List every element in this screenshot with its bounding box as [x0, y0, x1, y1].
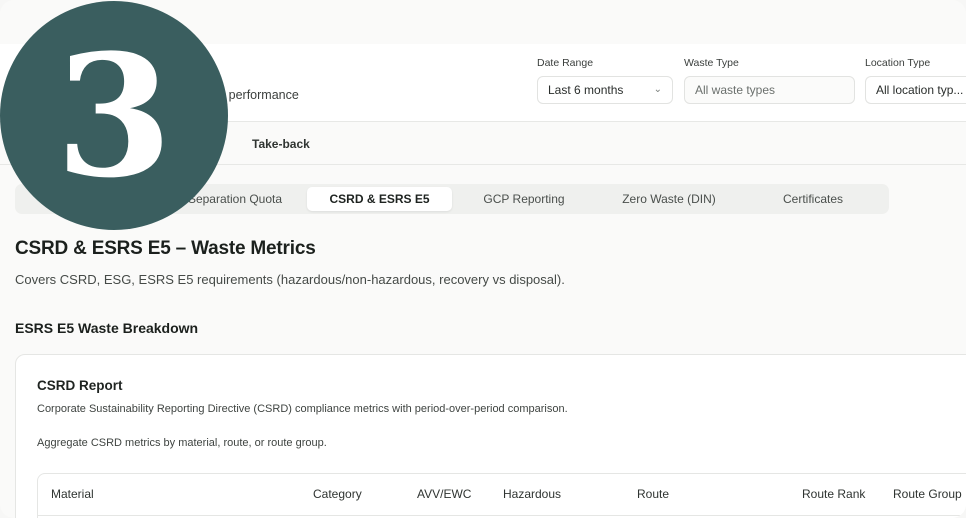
column-header-hazardous[interactable]: Hazardous: [503, 487, 561, 501]
column-header-route-rank[interactable]: Route Rank: [802, 487, 865, 501]
page-title: CSRD & ESRS E5 – Waste Metrics: [15, 238, 316, 259]
chevron-down-icon: ⌄: [653, 84, 662, 95]
date-range-label: Date Range: [537, 57, 594, 69]
tab-csrd-esrs-e5[interactable]: CSRD & ESRS E5: [307, 187, 452, 211]
column-header-avv-ewc[interactable]: AVV/EWC: [417, 487, 471, 501]
waste-type-value: All waste types: [695, 83, 776, 97]
tab-gcp-reporting[interactable]: GCP Reporting: [466, 187, 582, 211]
page-description: Covers CSRD, ESG, ESRS E5 requirements (…: [15, 272, 565, 287]
tab-zero-waste-din[interactable]: Zero Waste (DIN): [604, 187, 734, 211]
waste-type-select[interactable]: All waste types: [684, 76, 855, 104]
date-range-select[interactable]: Last 6 months ⌄: [537, 76, 673, 104]
page: ons performance Date Range Last 6 months…: [0, 0, 966, 518]
step-number: 3: [55, 16, 173, 215]
waste-type-label: Waste Type: [684, 57, 739, 69]
location-type-value: All location typ...: [876, 83, 964, 97]
date-range-value: Last 6 months: [548, 83, 624, 97]
location-type-label: Location Type: [865, 57, 931, 69]
table-header-divider: [38, 515, 966, 516]
column-header-route-group[interactable]: Route Group: [893, 487, 962, 501]
column-header-material[interactable]: Material: [51, 487, 94, 501]
card-aggregate-note: Aggregate CSRD metrics by material, rout…: [37, 437, 327, 449]
column-header-category[interactable]: Category: [313, 487, 362, 501]
tab-certificates[interactable]: Certificates: [762, 187, 864, 211]
section-title: ESRS E5 Waste Breakdown: [15, 320, 199, 336]
card-description: Corporate Sustainability Reporting Direc…: [37, 403, 568, 415]
card-title: CSRD Report: [37, 378, 123, 393]
nav-item-take-back[interactable]: Take-back: [252, 137, 310, 151]
column-header-route[interactable]: Route: [637, 487, 669, 501]
location-type-select[interactable]: All location typ...: [865, 76, 966, 104]
